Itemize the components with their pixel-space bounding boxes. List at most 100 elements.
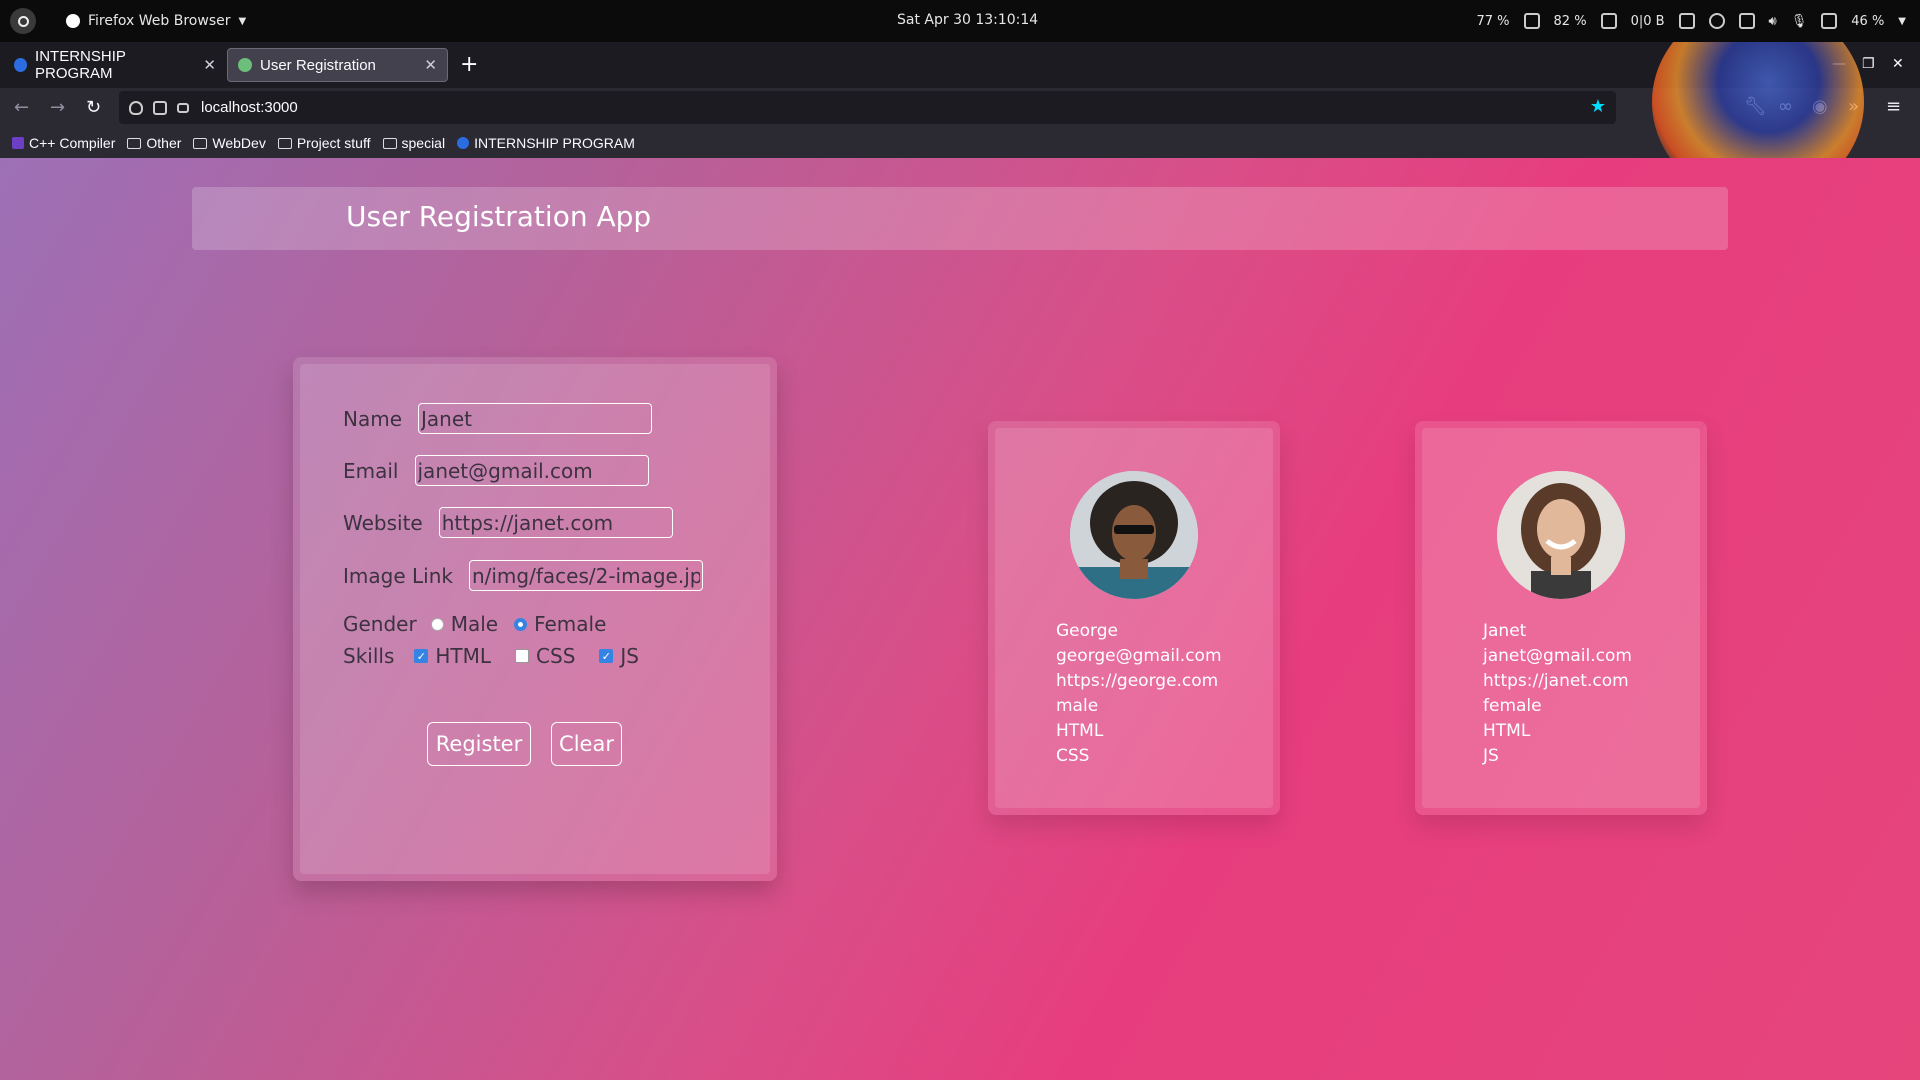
gender-label: Gender	[343, 612, 417, 636]
bookmark-folder-other[interactable]: Other	[127, 135, 181, 151]
volume-icon: 🔊︎	[1768, 13, 1777, 29]
battery-icon	[1821, 13, 1838, 29]
user-details: George george@gmail.com https://george.c…	[1056, 619, 1222, 769]
website-input[interactable]	[438, 507, 673, 538]
user-name: Janet	[1483, 621, 1527, 641]
window-close-icon[interactable]: ✕	[1892, 56, 1904, 72]
app-header: User Registration App	[192, 187, 1728, 250]
user-name: George	[1056, 621, 1118, 641]
female-label: Female	[534, 612, 607, 636]
gender-row: Gender Male Female	[343, 612, 622, 636]
bookmark-cpp-compiler[interactable]: C++ Compiler	[12, 135, 115, 151]
vpn-icon	[1708, 13, 1725, 29]
tab-user-registration[interactable]: User Registration ✕	[227, 48, 448, 82]
wrench-icon[interactable]: 🔧︎	[1744, 96, 1767, 117]
memory-icon	[1600, 13, 1617, 29]
cpu-readout: 77 %	[1476, 13, 1510, 29]
name-row: Name	[343, 403, 653, 434]
reload-icon[interactable]: ↻	[86, 97, 101, 118]
os-top-bar: Firefox Web Browser ▼ Sat Apr 30 13:10:1…	[0, 0, 1920, 42]
bookmark-folder-special[interactable]: special	[382, 135, 446, 151]
skills-row: Skills ✓ HTML CSS ✓ JS	[343, 644, 655, 668]
email-row: Email	[343, 455, 649, 486]
bookmark-label: special	[401, 135, 446, 151]
app-name: Firefox Web Browser	[88, 13, 231, 29]
system-tray[interactable]: 77 % 82 % 0|0 B 🔊︎ 🎙︎ 46 % ▼	[1476, 0, 1906, 42]
page-icon[interactable]	[153, 100, 167, 115]
skill-html-option[interactable]: ✓ HTML	[414, 644, 491, 668]
image-link-input[interactable]	[468, 560, 703, 591]
bookmark-folder-project-stuff[interactable]: Project stuff	[277, 135, 371, 151]
minimize-icon[interactable]: —	[1832, 56, 1846, 72]
skill-js-option[interactable]: ✓ JS	[599, 644, 639, 668]
register-button[interactable]: Register	[427, 722, 531, 766]
gender-female-option[interactable]: Female	[514, 612, 606, 636]
user-skill: JS	[1483, 746, 1499, 766]
close-icon[interactable]: ✕	[424, 56, 437, 74]
chevron-down-icon: ▼	[238, 15, 247, 27]
skill-css-option[interactable]: CSS	[515, 644, 575, 668]
js-checkbox[interactable]: ✓	[599, 649, 614, 663]
folder-icon	[382, 137, 397, 149]
bookmark-internship-program[interactable]: INTERNSHIP PROGRAM	[457, 135, 635, 151]
user-gender: male	[1056, 696, 1099, 716]
user-details: Janet janet@gmail.com https://janet.com …	[1483, 619, 1632, 769]
url-text[interactable]: localhost:3000	[201, 99, 298, 116]
bookmark-folder-webdev[interactable]: WebDev	[193, 135, 266, 151]
shield-icon[interactable]	[129, 100, 143, 115]
bookmarks-bar: C++ Compiler Other WebDev Project stuff …	[0, 128, 1920, 158]
bookmark-star-icon[interactable]: ★	[1590, 96, 1606, 117]
new-tab-icon[interactable]: +	[460, 52, 478, 77]
user-email: george@gmail.com	[1056, 646, 1222, 666]
tab-internship-program[interactable]: INTERNSHIP PROGRAM ✕	[4, 48, 226, 82]
forward-icon[interactable]: →	[50, 97, 65, 118]
overflow-chevron-icon[interactable]: »	[1848, 96, 1859, 117]
user-skill: CSS	[1056, 746, 1090, 766]
name-input[interactable]	[418, 403, 653, 434]
site-favicon-icon	[14, 58, 28, 72]
email-label: Email	[343, 458, 399, 483]
male-radio[interactable]	[430, 617, 444, 631]
female-radio[interactable]	[514, 617, 528, 631]
user-card: George george@gmail.com https://george.c…	[988, 421, 1280, 815]
infinity-icon[interactable]: ∞	[1778, 96, 1793, 117]
user-email: janet@gmail.com	[1483, 646, 1632, 666]
firefox-icon	[66, 14, 80, 28]
bookmark-label: INTERNSHIP PROGRAM	[474, 135, 635, 151]
mem-readout: 82 %	[1553, 13, 1587, 29]
user-card: Janet janet@gmail.com https://janet.com …	[1415, 421, 1707, 815]
bookmark-label: Project stuff	[296, 135, 371, 151]
email-input[interactable]	[414, 455, 649, 486]
html-checkbox[interactable]: ✓	[414, 649, 429, 663]
tab-label: User Registration	[260, 56, 376, 74]
close-icon[interactable]: ✕	[203, 56, 216, 74]
avatar	[1497, 471, 1625, 599]
user-website: https://george.com	[1056, 671, 1219, 691]
back-icon[interactable]: ←	[14, 97, 29, 118]
activities-icon[interactable]	[10, 8, 36, 34]
app-menu[interactable]: Firefox Web Browser ▼	[66, 13, 246, 29]
bookmark-label: WebDev	[212, 135, 266, 151]
permissions-icon[interactable]	[177, 102, 189, 113]
site-icon	[457, 137, 470, 149]
hamburger-menu-icon[interactable]: ≡	[1886, 96, 1901, 117]
website-label: Website	[343, 510, 423, 535]
clear-button[interactable]: Clear	[551, 722, 622, 766]
user-skill: HTML	[1056, 721, 1104, 741]
bookmark-label: C++ Compiler	[29, 135, 116, 151]
css-checkbox[interactable]	[515, 649, 530, 663]
restore-icon[interactable]: ❐	[1862, 56, 1875, 72]
page-content: User Registration App Name Email Website…	[0, 158, 1920, 1080]
website-row: Website	[343, 507, 673, 538]
skills-label: Skills	[343, 644, 395, 668]
microphone-icon: 🎙︎	[1790, 13, 1808, 29]
avatar	[1070, 471, 1198, 599]
clock[interactable]: Sat Apr 30 13:10:14	[897, 12, 1038, 28]
tab-label: INTERNSHIP PROGRAM	[35, 48, 126, 82]
extension-icon[interactable]: ◉	[1812, 96, 1828, 117]
page-title: User Registration App	[346, 200, 652, 233]
gender-male-option[interactable]: Male	[430, 612, 498, 636]
image-link-row: Image Link	[343, 560, 703, 591]
html-label: HTML	[435, 644, 492, 668]
url-bar[interactable]: localhost:3000 ★	[119, 91, 1616, 124]
